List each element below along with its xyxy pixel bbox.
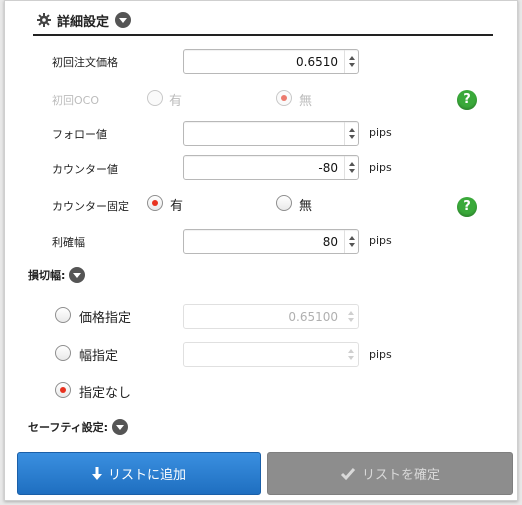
page-title: 詳細設定 — [57, 14, 110, 30]
initial-oco-label: 初回OCO — [52, 94, 99, 107]
expand-toggle-icon[interactable] — [112, 419, 129, 435]
stop-loss-label: 損切幅: — [28, 269, 66, 282]
add-to-list-button[interactable]: リストに追加 — [17, 452, 261, 495]
initial-oco-no-label: 無 — [299, 94, 313, 109]
collapse-toggle-icon[interactable] — [115, 12, 132, 28]
counter-value-label: カウンター値 — [52, 163, 118, 176]
gear-icon — [37, 13, 51, 27]
stop-loss-width-label: 幅指定 — [79, 349, 119, 364]
help-icon[interactable]: ? — [457, 197, 477, 217]
header-divider — [33, 34, 493, 36]
stop-loss-width-unit: pips — [369, 348, 392, 361]
expand-toggle-icon[interactable] — [69, 267, 86, 283]
order-detail-panel: 詳細設定 初回注文価格 0.6510 初回OCO 有 無 ? フォロー値 pip… — [4, 0, 518, 501]
counter-fixed-label: カウンター固定 — [52, 200, 129, 213]
confirm-list-label: リストを確定 — [361, 468, 440, 483]
detail-settings-header[interactable]: 詳細設定 — [37, 10, 132, 30]
stop-loss-none-label: 指定なし — [79, 386, 132, 401]
follow-value-input[interactable] — [183, 121, 359, 146]
stepper-arrows[interactable] — [344, 122, 358, 145]
stepper-arrows[interactable] — [344, 305, 358, 328]
initial-order-price-label: 初回注文価格 — [52, 56, 118, 69]
initial-oco-no-radio[interactable] — [276, 90, 292, 106]
stepper-arrows[interactable] — [344, 230, 358, 253]
counter-fixed-no-radio[interactable] — [276, 195, 292, 211]
take-profit-input[interactable]: 80 — [183, 229, 359, 254]
stop-loss-none-radio[interactable] — [55, 382, 71, 398]
safety-label: セーフティ設定: — [28, 421, 109, 434]
initial-oco-yes-radio[interactable] — [147, 90, 163, 106]
counter-value-unit: pips — [369, 161, 392, 174]
counter-value-input[interactable]: -80 — [183, 155, 359, 180]
help-icon[interactable]: ? — [457, 90, 477, 110]
follow-value-label: フォロー値 — [52, 128, 107, 141]
counter-fixed-yes-radio[interactable] — [147, 195, 163, 211]
follow-value-unit: pips — [369, 126, 392, 139]
stop-loss-section-header[interactable]: 損切幅: — [28, 267, 86, 283]
stepper-arrows[interactable] — [344, 50, 358, 73]
stepper-arrows[interactable] — [344, 156, 358, 179]
take-profit-label: 利確幅 — [52, 236, 85, 249]
counter-fixed-no-label: 無 — [299, 199, 313, 214]
stepper-arrows[interactable] — [344, 343, 358, 366]
arrow-down-icon — [91, 466, 102, 480]
counter-fixed-yes-label: 有 — [170, 199, 184, 214]
safety-section-header[interactable]: セーフティ設定: — [28, 419, 129, 435]
confirm-list-button[interactable]: リストを確定 — [267, 452, 513, 495]
initial-order-price-input[interactable]: 0.6510 — [183, 49, 359, 74]
stop-loss-price-radio[interactable] — [55, 307, 71, 323]
checkmark-icon — [340, 467, 356, 480]
stop-loss-width-radio[interactable] — [55, 345, 71, 361]
initial-oco-yes-label: 有 — [169, 94, 183, 109]
take-profit-unit: pips — [369, 234, 392, 247]
stop-loss-width-input[interactable] — [183, 342, 359, 367]
stop-loss-price-label: 価格指定 — [79, 311, 132, 326]
add-to-list-label: リストに追加 — [107, 468, 186, 483]
stop-loss-price-input[interactable]: 0.65100 — [183, 304, 359, 329]
